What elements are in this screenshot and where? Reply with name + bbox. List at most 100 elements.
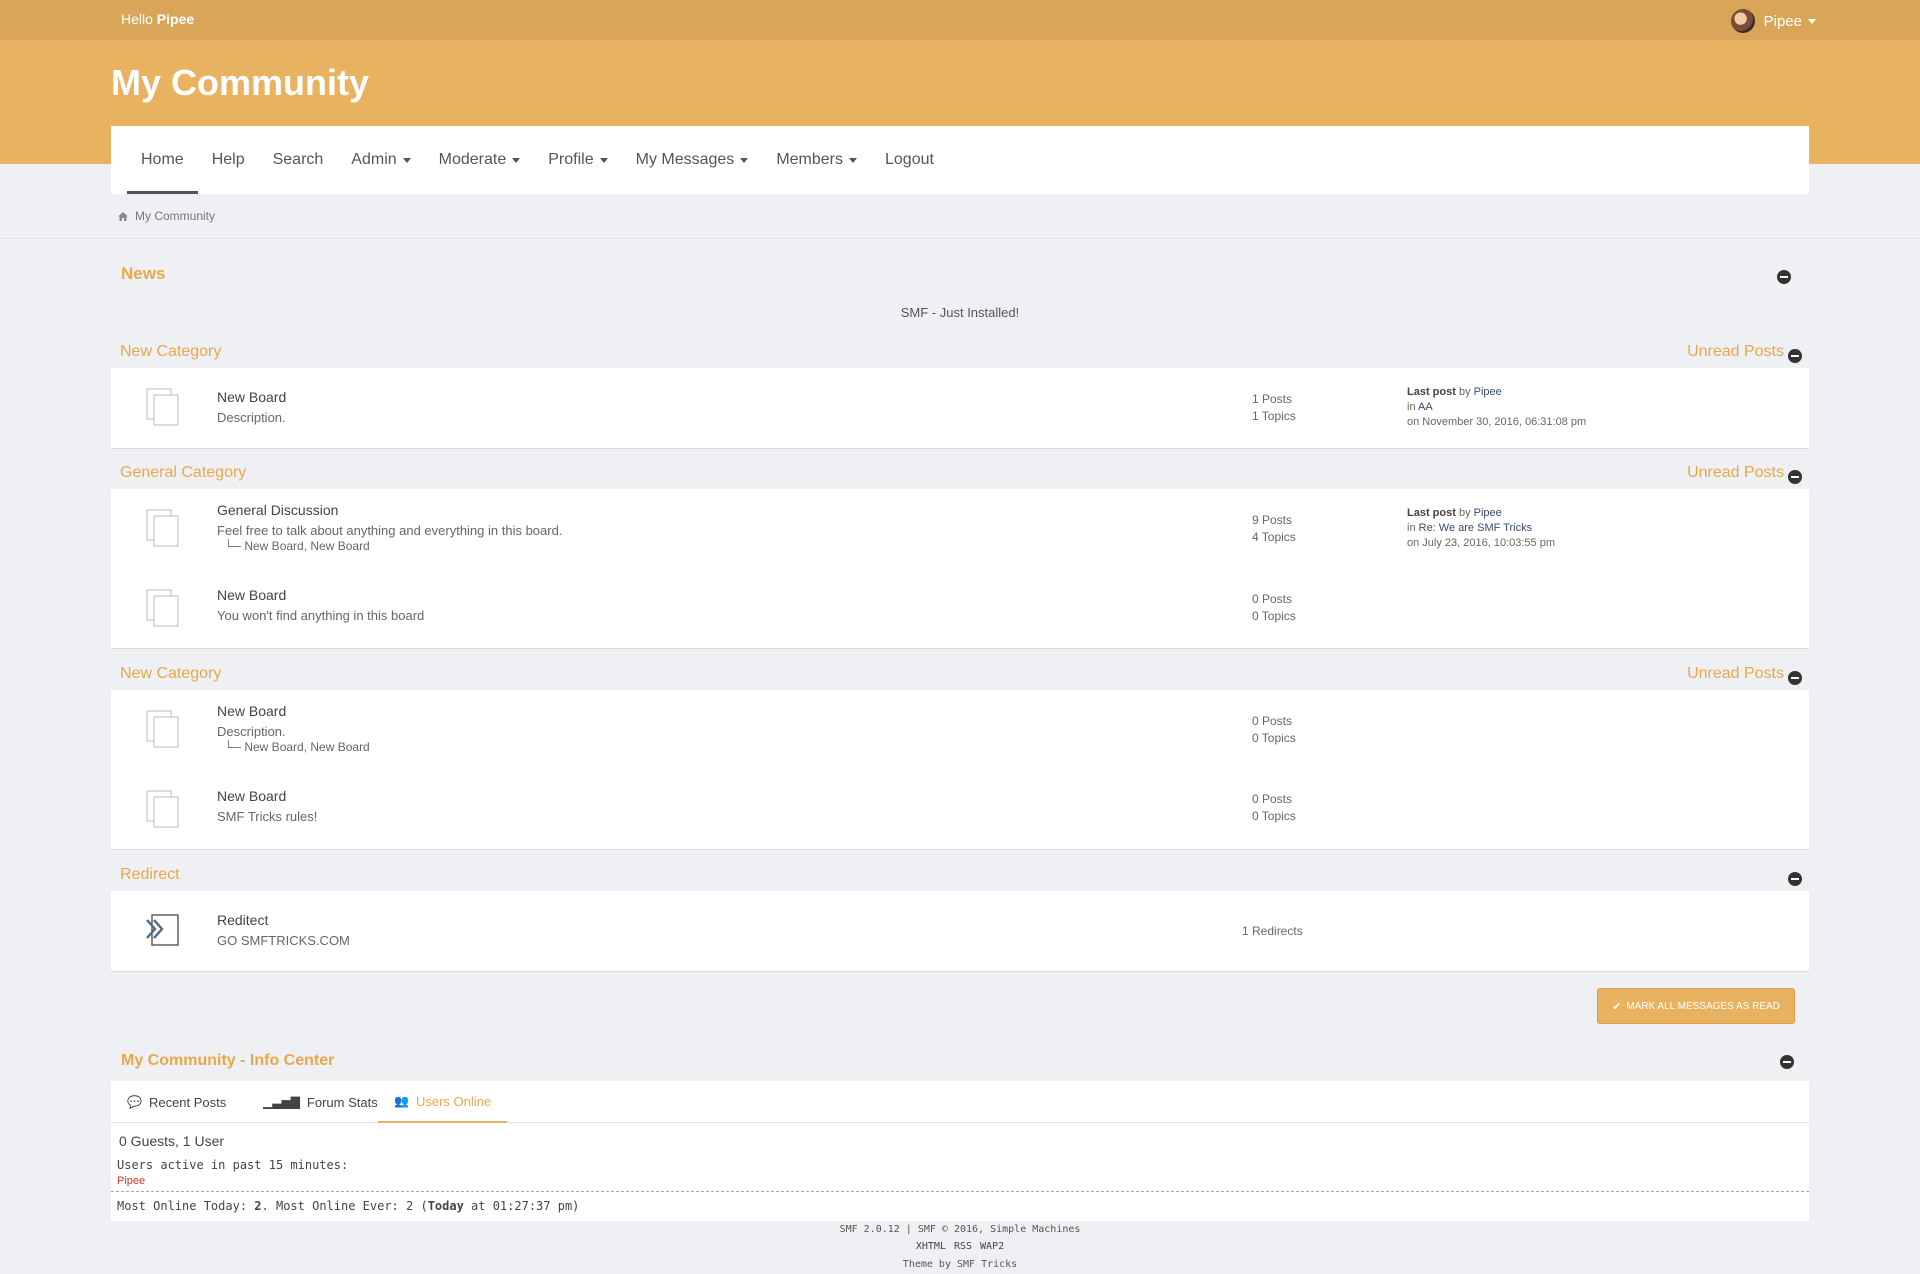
users-icon[interactable]: 👥 bbox=[394, 1094, 409, 1108]
board-icon[interactable] bbox=[144, 709, 182, 751]
nav-search-label[interactable]: Search bbox=[273, 151, 324, 169]
board-icon[interactable] bbox=[144, 508, 182, 550]
footer-rss-link[interactable]: RSS bbox=[954, 1241, 972, 1252]
nav-logout[interactable]: Logout bbox=[871, 126, 948, 194]
footer-wap2-link[interactable]: WAP2 bbox=[980, 1241, 1004, 1252]
board-posts-count: 0 Posts bbox=[1252, 592, 1293, 606]
nav-members[interactable]: Members bbox=[762, 126, 871, 194]
chevron-down-icon[interactable] bbox=[599, 157, 608, 163]
nav-admin-label[interactable]: Admin bbox=[351, 151, 396, 169]
avatar[interactable] bbox=[1730, 9, 1755, 33]
collapse-icon[interactable] bbox=[1788, 872, 1802, 886]
site-title[interactable]: My Community bbox=[111, 62, 369, 104]
collapse-icon[interactable] bbox=[1777, 270, 1791, 284]
nav-members-label[interactable]: Members bbox=[776, 151, 843, 169]
last-post-user-link[interactable]: Pipee bbox=[1474, 386, 1502, 398]
check-icon[interactable]: ✔ bbox=[1612, 1000, 1621, 1013]
last-post-in: in bbox=[1407, 401, 1416, 413]
info-center: 💬 Recent Posts ▁▃▅▇ Forum Stats 👥 Users Onl… bbox=[111, 1081, 1809, 1221]
tab-forum-stats[interactable]: ▁▃▅▇ Forum Stats bbox=[247, 1081, 394, 1123]
board-stats: 9 Posts 4 Topics bbox=[1252, 512, 1296, 546]
board-last-post: Last post by Pipee in AA on November 30,… bbox=[1407, 385, 1586, 430]
last-post-user-link[interactable]: Pipee bbox=[1474, 507, 1502, 519]
category-title[interactable]: New Category bbox=[120, 343, 221, 361]
nav-home-label[interactable]: Home bbox=[141, 151, 184, 169]
board-icon[interactable] bbox=[144, 789, 182, 831]
online-count: 0 Guests, 1 User bbox=[119, 1133, 225, 1149]
nav-my-messages-label[interactable]: My Messages bbox=[636, 151, 735, 169]
board-topics-count: 0 Topics bbox=[1252, 809, 1296, 823]
nav-help[interactable]: Help bbox=[198, 126, 259, 194]
last-post-topic-link[interactable]: AA bbox=[1418, 401, 1433, 413]
online-user-link[interactable]: Pipee bbox=[117, 1175, 145, 1187]
tab-forum-stats-label[interactable]: Forum Stats bbox=[307, 1095, 378, 1110]
category-title[interactable]: Redirect bbox=[120, 866, 180, 884]
board-stats: 0 Posts 0 Topics bbox=[1252, 791, 1296, 825]
nav-search[interactable]: Search bbox=[259, 126, 338, 194]
last-post-topic-link[interactable]: Re: We are SMF Tricks bbox=[1419, 522, 1532, 534]
board-name[interactable]: New Board bbox=[217, 587, 286, 603]
collapse-icon[interactable] bbox=[1780, 1055, 1794, 1069]
tab-users-online-label[interactable]: Users Online bbox=[416, 1094, 491, 1109]
child-boards-links[interactable]: New Board, New Board bbox=[244, 740, 369, 754]
footer-xhtml-link[interactable]: XHTML bbox=[916, 1241, 946, 1252]
chevron-down-icon[interactable] bbox=[402, 157, 411, 163]
board-name[interactable]: New Board bbox=[217, 389, 286, 405]
info-tabs: 💬 Recent Posts ▁▃▅▇ Forum Stats 👥 Users Onl… bbox=[111, 1081, 1809, 1123]
collapse-icon[interactable] bbox=[1788, 470, 1802, 484]
breadcrumb-link[interactable]: My Community bbox=[135, 209, 215, 223]
mark-all-read-button[interactable]: ✔ Mark all messages as read bbox=[1597, 988, 1795, 1024]
chevron-down-icon[interactable] bbox=[740, 157, 749, 163]
board-last-post: Last post by Pipee in Re: We are SMF Tri… bbox=[1407, 506, 1555, 551]
category-title[interactable]: General Category bbox=[120, 464, 246, 482]
board-icon[interactable] bbox=[144, 387, 182, 429]
nav-profile[interactable]: Profile bbox=[534, 126, 621, 194]
redirect-icon[interactable] bbox=[144, 913, 182, 955]
collapse-icon[interactable] bbox=[1788, 349, 1802, 363]
board-posts-count: 0 Posts bbox=[1252, 714, 1293, 728]
collapse-icon[interactable] bbox=[1788, 671, 1802, 685]
chevron-down-icon[interactable] bbox=[1808, 18, 1816, 24]
nav-my-messages[interactable]: My Messages bbox=[622, 126, 763, 194]
nav-moderate[interactable]: Moderate bbox=[425, 126, 535, 194]
unread-posts-link[interactable]: Unread Posts bbox=[1687, 343, 1784, 361]
unread-posts-link[interactable]: Unread Posts bbox=[1687, 464, 1784, 482]
user-menu-label[interactable]: Pipee bbox=[1764, 13, 1802, 30]
nav-help-label[interactable]: Help bbox=[212, 151, 245, 169]
board-name[interactable]: Reditect bbox=[217, 912, 268, 928]
chevron-down-icon[interactable] bbox=[849, 157, 857, 163]
tab-recent-posts[interactable]: 💬 Recent Posts bbox=[111, 1081, 242, 1123]
nav-home[interactable]: Home bbox=[127, 126, 198, 194]
comments-icon[interactable]: 💬 bbox=[127, 1095, 142, 1109]
child-boards-links[interactable]: New Board, New Board bbox=[244, 539, 369, 553]
category-title[interactable]: New Category bbox=[120, 665, 221, 683]
signal-icon[interactable]: ▁▃▅▇ bbox=[263, 1095, 300, 1109]
board-row: New Board Description. └─ New Board, New… bbox=[111, 690, 1809, 770]
chevron-down-icon[interactable] bbox=[512, 157, 521, 163]
board-icon[interactable] bbox=[144, 588, 182, 630]
nav-admin[interactable]: Admin bbox=[337, 126, 424, 194]
board-row: Reditect GO SMFTRICKS.COM 1 Redirects bbox=[111, 891, 1809, 971]
unread-posts-link[interactable]: Unread Posts bbox=[1687, 665, 1784, 683]
nav-moderate-label[interactable]: Moderate bbox=[439, 151, 507, 169]
board-description: SMF Tricks rules! bbox=[217, 809, 318, 824]
user-menu[interactable]: Pipee bbox=[1730, 9, 1816, 33]
footer-theme-credit[interactable]: Theme by SMF Tricks bbox=[0, 1259, 1920, 1270]
board-row: General Discussion Feel free to talk abo… bbox=[111, 489, 1809, 569]
board-name[interactable]: General Discussion bbox=[217, 502, 338, 518]
board-name[interactable]: New Board bbox=[217, 788, 286, 804]
tab-recent-posts-label[interactable]: Recent Posts bbox=[149, 1095, 226, 1110]
last-post-label: Last post bbox=[1407, 507, 1456, 519]
last-post-in: in bbox=[1407, 522, 1416, 534]
footer-copyright[interactable]: SMF 2.0.12 | SMF © 2016, Simple Machines bbox=[0, 1224, 1920, 1235]
top-bar: Hello Pipee Pipee bbox=[0, 0, 1920, 40]
home-icon[interactable] bbox=[118, 211, 128, 221]
board-description: Description. bbox=[217, 410, 286, 425]
info-center-title: My Community - Info Center bbox=[121, 1052, 335, 1069]
mark-all-read-label[interactable]: Mark all messages as read bbox=[1626, 1001, 1780, 1012]
tab-users-online[interactable]: 👥 Users Online bbox=[378, 1081, 508, 1123]
nav-logout-label[interactable]: Logout bbox=[885, 151, 934, 169]
board-row: New Board SMF Tricks rules! 0 Posts 0 To… bbox=[111, 770, 1809, 850]
board-name[interactable]: New Board bbox=[217, 703, 286, 719]
nav-profile-label[interactable]: Profile bbox=[548, 151, 593, 169]
